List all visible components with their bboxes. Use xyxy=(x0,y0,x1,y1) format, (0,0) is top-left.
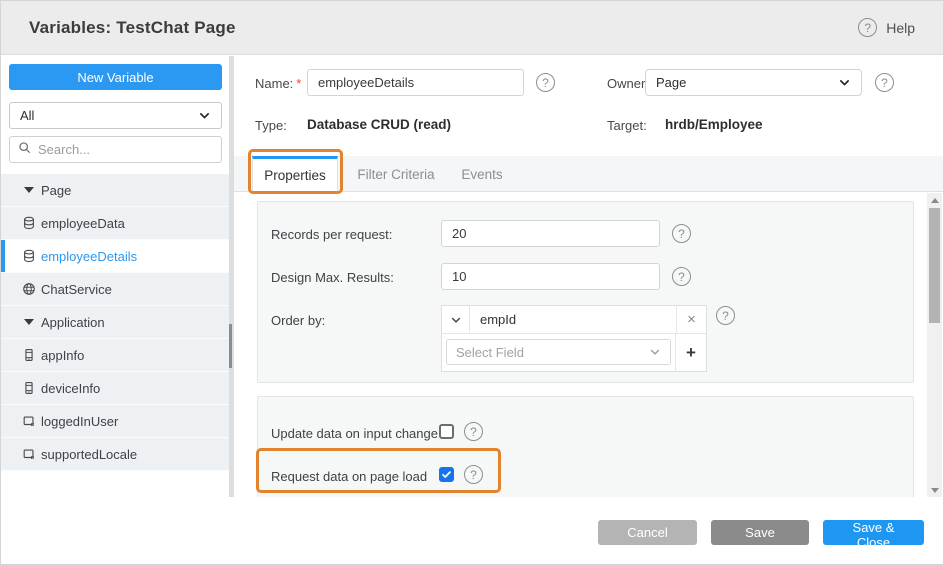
properties-panel: Records per request: ? Design Max. Resul… xyxy=(234,193,944,497)
variables-dialog: Variables: TestChat Page ? Help New Vari… xyxy=(0,0,944,565)
scrollbar-thumb[interactable] xyxy=(929,208,940,323)
variable-filter-value: All xyxy=(20,108,34,123)
scroll-down-arrow-icon[interactable] xyxy=(927,483,942,497)
device-variable-icon xyxy=(21,347,37,363)
update-on-input-label: Update data on input change xyxy=(271,426,438,441)
add-field-button[interactable]: + xyxy=(676,334,706,371)
select-field-dropdown[interactable]: Select Field xyxy=(446,339,671,365)
sidebar-scrollbar-thumb[interactable] xyxy=(229,324,232,368)
update-on-input-help-icon[interactable]: ? xyxy=(464,422,483,441)
design-max-results-input[interactable] xyxy=(441,263,660,290)
database-variable-icon xyxy=(21,215,37,231)
help-button[interactable]: ? Help xyxy=(858,18,915,37)
tab-properties[interactable]: Properties xyxy=(252,156,338,192)
tree-item-label: employeeData xyxy=(41,216,125,231)
collapse-arrow-icon[interactable] xyxy=(21,182,37,198)
request-on-load-label: Request data on page load xyxy=(271,469,427,484)
tree-group-label: Page xyxy=(41,183,71,198)
request-on-load-checkbox[interactable] xyxy=(439,467,454,482)
owner-help-icon[interactable]: ? xyxy=(875,73,894,92)
type-label: Type: xyxy=(255,118,287,133)
records-per-request-label: Records per request: xyxy=(271,227,392,242)
tree-item-label: loggedInUser xyxy=(41,414,118,429)
order-by-help-icon[interactable]: ? xyxy=(716,306,735,325)
save-and-close-button[interactable]: Save & Close xyxy=(823,520,924,545)
chevron-down-icon xyxy=(838,76,851,89)
remove-field-button[interactable]: × xyxy=(676,306,706,333)
static-variable-icon xyxy=(21,446,37,462)
records-per-request-input[interactable] xyxy=(441,220,660,247)
select-field-wrap: Select Field xyxy=(442,334,676,371)
search-input[interactable] xyxy=(38,142,213,157)
content-scrollbar[interactable] xyxy=(927,193,942,497)
static-variable-icon xyxy=(21,413,37,429)
variable-tree: Page employeeData employeeDetails ChatSe… xyxy=(1,174,229,471)
variable-search[interactable] xyxy=(9,136,222,163)
dialog-footer: Cancel Save Save & Close xyxy=(1,498,944,565)
variable-filter-select[interactable]: All xyxy=(9,102,222,129)
name-help-icon[interactable]: ? xyxy=(536,73,555,92)
device-variable-icon xyxy=(21,380,37,396)
tree-item-appinfo[interactable]: appInfo xyxy=(1,339,229,372)
page-title: Variables: TestChat Page xyxy=(29,18,236,38)
sort-direction-toggle[interactable] xyxy=(442,306,470,333)
design-max-results-label: Design Max. Results: xyxy=(271,270,394,285)
pagination-settings-card: Records per request: ? Design Max. Resul… xyxy=(257,201,914,383)
tree-item-supportedlocale[interactable]: supportedLocale xyxy=(1,438,229,471)
target-value: hrdb/Employee xyxy=(665,117,763,132)
behavior-settings-card: Update data on input change ? Request da… xyxy=(257,396,914,497)
order-by-field-value[interactable]: empId xyxy=(470,306,676,333)
editor-tabbar: Properties Filter Criteria Events xyxy=(234,156,944,192)
tree-item-label: appInfo xyxy=(41,348,84,363)
service-globe-icon xyxy=(21,281,37,297)
select-field-placeholder: Select Field xyxy=(456,345,524,360)
update-on-input-checkbox[interactable] xyxy=(439,424,454,439)
variable-editor: Name:* ? Owner:* Page ? Type: Database C… xyxy=(234,56,944,497)
search-icon xyxy=(18,141,31,159)
tree-item-label: ChatService xyxy=(41,282,112,297)
dialog-header: Variables: TestChat Page ? Help xyxy=(1,1,944,55)
records-help-icon[interactable]: ? xyxy=(672,224,691,243)
max-results-help-icon[interactable]: ? xyxy=(672,267,691,286)
order-by-row: empId × xyxy=(442,306,706,334)
add-field-row: Select Field + xyxy=(442,334,706,371)
type-value: Database CRUD (read) xyxy=(307,117,451,132)
tab-filter-criteria[interactable]: Filter Criteria xyxy=(348,156,444,192)
tree-item-deviceinfo[interactable]: deviceInfo xyxy=(1,372,229,405)
tree-item-loggedinuser[interactable]: loggedInUser xyxy=(1,405,229,438)
name-label: Name:* xyxy=(255,76,301,91)
tree-item-label: deviceInfo xyxy=(41,381,100,396)
order-by-widget: empId × Select Field + xyxy=(441,305,707,372)
save-button[interactable]: Save xyxy=(711,520,809,545)
cancel-button[interactable]: Cancel xyxy=(598,520,697,545)
help-icon: ? xyxy=(858,18,877,37)
tree-item-employeedetails-selected[interactable]: employeeDetails xyxy=(1,240,229,273)
tree-item-label: supportedLocale xyxy=(41,447,137,462)
required-asterisk: * xyxy=(296,76,301,91)
request-on-load-help-icon[interactable]: ? xyxy=(464,465,483,484)
help-label: Help xyxy=(886,20,915,36)
database-variable-icon xyxy=(21,248,37,264)
variables-sidebar: New Variable All Page employeeData xyxy=(1,56,229,497)
new-variable-button[interactable]: New Variable xyxy=(9,64,222,90)
chevron-down-icon xyxy=(198,109,211,122)
scroll-up-arrow-icon[interactable] xyxy=(927,193,942,207)
tree-group-page[interactable]: Page xyxy=(1,174,229,207)
tree-item-label: employeeDetails xyxy=(41,249,137,264)
tree-group-label: Application xyxy=(41,315,105,330)
chevron-down-icon xyxy=(649,346,661,358)
collapse-arrow-icon[interactable] xyxy=(21,314,37,330)
name-input[interactable] xyxy=(307,69,524,96)
tab-events[interactable]: Events xyxy=(454,156,510,192)
tree-item-chatservice[interactable]: ChatService xyxy=(1,273,229,306)
owner-value: Page xyxy=(656,75,686,90)
tree-group-application[interactable]: Application xyxy=(1,306,229,339)
owner-select[interactable]: Page xyxy=(645,69,862,96)
order-by-label: Order by: xyxy=(271,313,325,328)
target-label: Target: xyxy=(607,118,647,133)
tree-item-employeedata[interactable]: employeeData xyxy=(1,207,229,240)
